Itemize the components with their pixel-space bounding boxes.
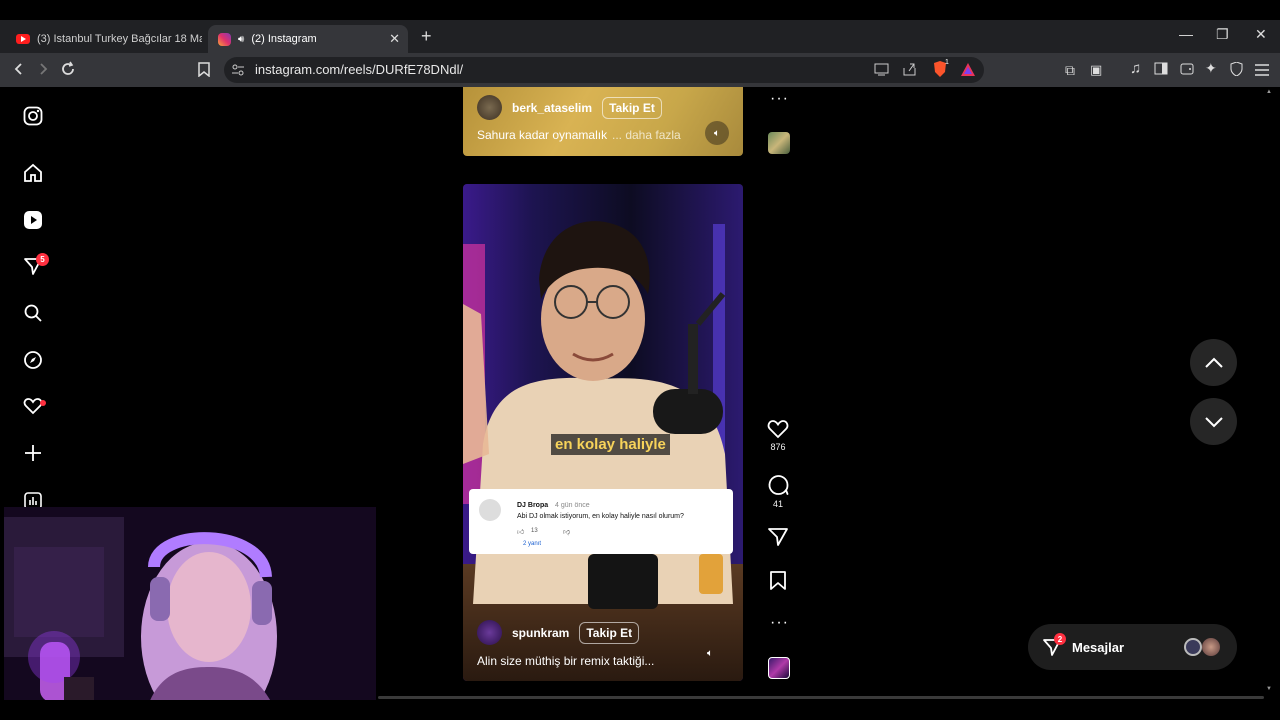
next-reel-button[interactable] [1190,398,1237,445]
webcam-overlay [4,507,376,720]
share-icon[interactable] [902,62,917,81]
forward-icon[interactable] [32,59,54,79]
notifications-dot [40,400,46,406]
avatar[interactable] [477,95,502,120]
search-icon[interactable] [21,301,45,325]
tab-title: (3) Istanbul Turkey Bağcılar 18 May 2 [37,33,202,45]
comment-avatar [479,499,501,521]
brave-rewards-icon[interactable] [961,63,975,81]
chevron-up-icon[interactable] [1204,357,1223,369]
url-text[interactable]: instagram.com/reels/DURfE78DNdl/ [255,62,463,77]
reload-icon[interactable] [57,59,79,79]
thumb-up-icon: 👍︎ [517,529,525,536]
instagram-icon [218,32,231,46]
reel-video-frame [463,184,743,681]
audio-thumbnail[interactable] [768,132,790,154]
comment-count[interactable]: 41 [773,499,783,509]
new-tab-button[interactable]: + [421,26,432,47]
explore-icon[interactable] [21,348,45,372]
messages-badge: 5 [36,253,49,266]
screen-top-bar [0,0,1280,20]
comment-likes: 13 [531,528,538,534]
heart-icon[interactable] [767,419,789,439]
screen-bottom-bar [0,700,1280,720]
tab-title: (2) Instagram [251,33,317,45]
instagram-logo-icon[interactable] [21,104,45,128]
avatar [1184,638,1202,656]
browser-tab-strip: (3) Istanbul Turkey Bağcılar 18 May 2 🔊︎… [0,20,1280,53]
reel-caption: Sahura kadar oynamalık [477,128,608,142]
comment-card: DJ Bropa 4 gün önce Abi DJ olmak istiyor… [469,489,733,554]
avatar [1202,638,1220,656]
music-icon[interactable]: ♫ [1130,60,1141,77]
back-icon[interactable] [8,59,30,79]
share-reel-icon[interactable] [767,527,789,552]
cast-icon[interactable] [874,62,889,81]
vpn-icon[interactable] [1230,61,1243,81]
overlay-caption: en kolay haliyle [551,434,670,455]
restore-icon[interactable]: ❐ [1216,26,1229,43]
comment-time: 4 gün önce [555,502,590,509]
previous-reel-button[interactable] [1190,339,1237,386]
previous-reel[interactable]: berk_ataselim Takip Et Sahura kadar oyna… [463,87,743,156]
follow-button[interactable]: Takip Et [602,96,662,119]
mute-button[interactable]: 🔈︎ [707,648,713,659]
reel-header: berk_ataselim Takip Et [477,95,662,120]
comment-replies: 2 yanıt [523,541,542,547]
menu-icon[interactable] [1255,63,1269,81]
messages-pill[interactable]: 2 Mesajlar [1028,624,1237,670]
scroll-up-arrow[interactable]: ▲ [1266,89,1272,95]
more-options-icon[interactable]: ··· [770,614,789,632]
create-icon[interactable] [21,441,45,465]
audio-thumbnail[interactable] [768,657,790,679]
youtube-icon [16,34,30,44]
like-count[interactable]: 876 [770,442,785,452]
brave-shield-count: 1 [945,59,949,66]
more-caption-link[interactable]: ... daha fazla [612,128,681,142]
mute-button[interactable]: 🔈︎ [705,121,729,145]
more-options-icon[interactable]: ··· [770,90,789,108]
reader-icon[interactable]: ▣ [1090,62,1102,78]
chevron-down-icon[interactable] [1204,416,1223,428]
minimize-icon[interactable]: — [1179,26,1193,42]
leo-ai-icon[interactable]: ✦ [1205,60,1217,77]
reel-caption: Alin size müthiş bir remix taktiği... [477,654,655,668]
messages-badge: 2 [1054,633,1066,645]
extensions-icon[interactable]: ⧉ [1065,62,1075,79]
save-icon[interactable] [770,571,786,595]
streamer-camera-image [4,507,376,720]
site-settings-icon[interactable] [231,63,245,82]
notifications-icon[interactable] [21,394,45,418]
username[interactable]: berk_ataselim [512,101,592,115]
scroll-down-arrow[interactable]: ▼ [1266,686,1272,692]
comment-action[interactable]: 41 [766,474,790,509]
comment-icon[interactable] [767,474,789,496]
follow-button[interactable]: Takip Et [579,621,640,644]
speaker-icon: 🔊︎ [238,33,245,45]
messages-label[interactable]: Mesajlar [1072,640,1124,655]
wallet-icon[interactable] [1180,62,1194,80]
tab-youtube[interactable]: (3) Istanbul Turkey Bağcılar 18 May 2 [6,25,202,53]
thumb-down-icon: 👎︎ [563,529,571,536]
bookmark-icon[interactable] [193,59,215,79]
close-window-icon[interactable]: ✕ [1255,26,1267,43]
reels-icon[interactable] [21,208,45,232]
avatar[interactable] [477,620,502,645]
comment-text: Abi DJ olmak istiyorum, en kolay haliyle… [517,513,684,520]
like-action[interactable]: 876 [766,419,790,452]
horizontal-scrollbar[interactable] [378,696,1264,699]
tab-instagram[interactable]: 🔊︎ (2) Instagram ✕ [208,25,408,53]
home-icon[interactable] [21,161,45,185]
comment-author: DJ Bropa [517,502,549,509]
reel-header: spunkram Takip Et [477,620,640,645]
username[interactable]: spunkram [512,626,569,640]
current-reel[interactable]: en kolay haliyle DJ Bropa 4 gün önce Abi… [463,184,743,681]
sidebar-toggle-icon[interactable] [1154,62,1168,80]
close-tab-icon[interactable]: ✕ [389,31,400,47]
